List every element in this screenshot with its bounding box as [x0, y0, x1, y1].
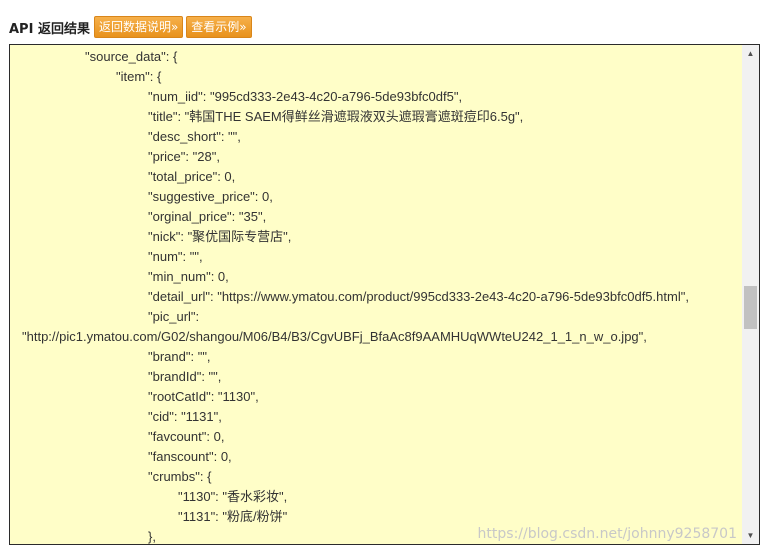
watermark: https://blog.csdn.net/johnny9258701: [477, 526, 737, 542]
api-result-title: API 返回结果: [9, 21, 90, 37]
json-line: "price": "28",: [148, 149, 220, 164]
scroll-up-arrow-icon[interactable]: ▲: [742, 45, 759, 62]
json-line: "favcount": 0,: [148, 429, 225, 444]
json-line: "brand": "",: [148, 349, 211, 364]
json-line: "1131": "粉底/粉饼": [178, 509, 288, 524]
json-line: "source_data": {: [85, 49, 178, 64]
json-line: "pic_url":: [148, 309, 200, 324]
api-result-textarea[interactable]: "source_data": { "item": { "num_iid": "9…: [9, 44, 760, 545]
json-line: "suggestive_price": 0,: [148, 189, 273, 204]
scrollbar-thumb[interactable]: [744, 286, 757, 329]
json-line: "title": "韩国THE SAEM得鲜丝滑遮瑕液双头遮瑕膏遮斑痘印6.5g…: [148, 109, 524, 124]
json-line: "http://pic1.ymatou.com/G02/shangou/M06/…: [22, 329, 647, 344]
json-line: "num": "",: [148, 249, 203, 264]
view-example-button[interactable]: 查看示例»: [186, 16, 252, 38]
json-line: "item": {: [116, 69, 162, 84]
json-line: "detail_url": "https://www.ymatou.com/pr…: [148, 289, 689, 304]
scroll-down-arrow-icon[interactable]: ▼: [742, 527, 759, 544]
vertical-scrollbar[interactable]: ▲ ▼: [742, 45, 759, 544]
api-result-header: API 返回结果 返回数据说明» 查看示例»: [9, 16, 255, 38]
json-line: "1130": "香水彩妆",: [178, 489, 288, 504]
json-line: "fanscount": 0,: [148, 449, 232, 464]
json-line: "num_iid": "995cd333-2e43-4c20-a796-5de9…: [148, 89, 463, 104]
json-line: "orginal_price": "35",: [148, 209, 267, 224]
json-line: "desc_short": "",: [148, 129, 241, 144]
return-data-description-button[interactable]: 返回数据说明»: [93, 16, 184, 38]
json-line: "crumbs": {: [148, 469, 212, 484]
json-line: "rootCatId": "1130",: [148, 389, 259, 404]
json-content: "source_data": { "item": { "num_iid": "9…: [10, 45, 742, 544]
json-line: "brandId": "",: [148, 369, 222, 384]
json-line: "min_num": 0,: [148, 269, 229, 284]
json-line: "nick": "聚优国际专营店",: [148, 229, 292, 244]
json-line: "total_price": 0,: [148, 169, 236, 184]
json-line: "cid": "1131",: [148, 409, 222, 424]
